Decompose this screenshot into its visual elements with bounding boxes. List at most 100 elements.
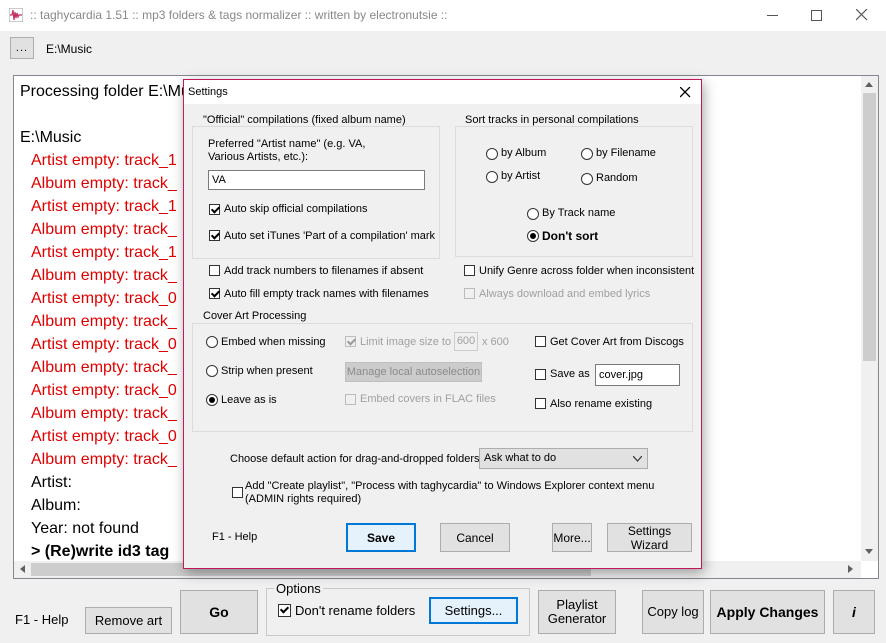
image-size-input[interactable]: 600	[454, 332, 478, 351]
manage-local-autoselection-button[interactable]: Manage local autoselection	[345, 362, 482, 382]
also-rename-label: Also rename existing	[550, 398, 653, 410]
log-line: Artist empty: track_1	[31, 152, 177, 169]
log-line: Artist empty: track_1	[31, 198, 177, 215]
unify-genre-checkbox[interactable]	[464, 265, 475, 276]
cancel-button[interactable]: Cancel	[440, 523, 510, 552]
by-filename-radio[interactable]	[581, 148, 593, 160]
scroll-up-icon[interactable]	[865, 82, 873, 87]
context-menu-label: Add "Create playlist", "Process with tag…	[245, 480, 655, 505]
save-as-checkbox[interactable]	[535, 369, 546, 380]
current-path: E:\Music	[46, 42, 93, 56]
auto-skip-label: Auto skip official compilations	[224, 203, 368, 215]
by-album-radio[interactable]	[486, 148, 498, 160]
always-download-lyrics-label: Always download and embed lyrics	[479, 288, 651, 300]
options-label: Options	[274, 581, 323, 596]
sort-tracks-label: Sort tracks in personal compilations	[463, 114, 641, 126]
also-rename-checkbox[interactable]	[535, 398, 546, 409]
dont-rename-label: Don't rename folders	[295, 603, 416, 618]
auto-skip-checkbox[interactable]	[209, 204, 220, 215]
close-window-icon[interactable]	[842, 0, 882, 31]
limit-size-checkbox[interactable]	[345, 336, 356, 347]
browse-button[interactable]: ...	[10, 37, 34, 59]
by-artist-radio[interactable]	[486, 171, 498, 183]
log-line: Year: not found	[31, 520, 139, 537]
cover-art-label: Cover Art Processing	[201, 310, 309, 322]
settings-button[interactable]: Settings...	[429, 597, 518, 624]
window-title: :: taghycardia 1.51 :: mp3 folders & tag…	[30, 8, 448, 22]
context-menu-checkbox[interactable]	[232, 487, 243, 498]
limit-size-label: Limit image size to	[360, 336, 452, 348]
log-line: Artist empty: track_0	[31, 290, 177, 307]
image-size-suffix: x 600	[482, 336, 509, 348]
auto-fill-label: Auto fill empty track names with filenam…	[224, 288, 429, 300]
get-discogs-checkbox[interactable]	[535, 336, 546, 347]
leave-as-is-radio[interactable]	[206, 394, 218, 406]
vertical-scrollbar[interactable]	[861, 76, 878, 561]
by-track-name-label: By Track name	[542, 207, 616, 219]
random-label: Random	[596, 172, 638, 184]
by-artist-label: by Artist	[501, 170, 541, 182]
unify-genre-label: Unify Genre across folder when inconsist…	[479, 265, 695, 277]
scroll-down-icon[interactable]	[865, 549, 873, 554]
by-track-name-radio[interactable]	[527, 208, 539, 220]
leave-as-is-label: Leave as is	[221, 394, 277, 406]
apply-changes-button[interactable]: Apply Changes	[710, 590, 825, 634]
dialog-close-icon[interactable]	[672, 82, 698, 102]
info-button[interactable]: i	[833, 590, 875, 634]
log-line: Album empty: track_	[31, 451, 177, 468]
dont-rename-checkbox[interactable]	[278, 604, 291, 617]
log-line: Artist:	[31, 474, 72, 491]
preferred-artist-label: Preferred "Artist name" (e.g. VA, Variou…	[208, 138, 366, 163]
settings-dialog: Settings "Official" compilations (fixed …	[183, 79, 702, 569]
default-action-value: Ask what to do	[484, 452, 557, 464]
auto-fill-checkbox[interactable]	[209, 288, 220, 299]
auto-set-itunes-checkbox[interactable]	[209, 230, 220, 241]
dialog-title-bar: Settings	[184, 80, 701, 104]
log-line: Artist empty: track_1	[31, 244, 177, 261]
app-icon	[9, 8, 23, 22]
log-line: Artist empty: track_0	[31, 336, 177, 353]
preferred-artist-input[interactable]: VA	[208, 170, 425, 190]
save-as-input[interactable]: cover.jpg	[595, 364, 680, 386]
get-discogs-label: Get Cover Art from Discogs	[550, 336, 684, 348]
embed-flac-checkbox[interactable]	[345, 394, 356, 405]
log-line: E:\Music	[20, 129, 82, 146]
more-button[interactable]: More...	[552, 523, 592, 552]
dont-sort-radio[interactable]	[527, 230, 539, 242]
log-line: > (Re)write id3 tag	[31, 543, 170, 560]
log-line: Artist empty: track_0	[31, 428, 177, 445]
always-download-lyrics-checkbox[interactable]	[464, 288, 475, 299]
chevron-down-icon	[633, 456, 642, 462]
help-hint: F1 - Help	[15, 612, 69, 627]
log-line: Processing folder E:\Mu	[20, 83, 190, 100]
settings-wizard-button[interactable]: Settings Wizard	[607, 523, 692, 552]
log-text: Processing folder E:\Mu E:\Music Artist …	[20, 80, 190, 563]
log-line: Artist empty: track_0	[31, 382, 177, 399]
embed-flac-label: Embed covers in FLAC files	[360, 393, 496, 405]
scroll-left-icon[interactable]	[20, 565, 25, 573]
remove-art-button[interactable]: Remove art	[85, 607, 172, 634]
log-line: Album empty: track_	[31, 221, 177, 238]
go-button[interactable]: Go	[180, 590, 258, 634]
strip-present-label: Strip when present	[221, 365, 313, 377]
by-album-label: by Album	[501, 147, 547, 159]
dont-sort-label: Don't sort	[542, 229, 599, 243]
maximize-icon[interactable]	[798, 0, 834, 31]
add-track-numbers-checkbox[interactable]	[209, 265, 220, 276]
log-line: Album empty: track_	[31, 359, 177, 376]
auto-set-itunes-label: Auto set iTunes 'Part of a compilation' …	[224, 230, 436, 242]
strip-present-radio[interactable]	[206, 365, 218, 377]
playlist-generator-button[interactable]: Playlist Generator	[538, 590, 616, 634]
log-line: Album empty: track_	[31, 175, 177, 192]
save-button[interactable]: Save	[346, 523, 416, 552]
by-filename-label: by Filename	[596, 147, 656, 159]
dialog-help-hint: F1 - Help	[212, 531, 258, 543]
copy-log-button[interactable]: Copy log	[642, 590, 704, 634]
random-radio[interactable]	[581, 173, 593, 185]
scroll-right-icon[interactable]	[848, 565, 853, 573]
scrollbar-thumb[interactable]	[863, 93, 876, 361]
minimize-icon[interactable]	[754, 0, 790, 31]
embed-missing-radio[interactable]	[206, 336, 218, 348]
default-action-select[interactable]: Ask what to do	[479, 448, 648, 469]
